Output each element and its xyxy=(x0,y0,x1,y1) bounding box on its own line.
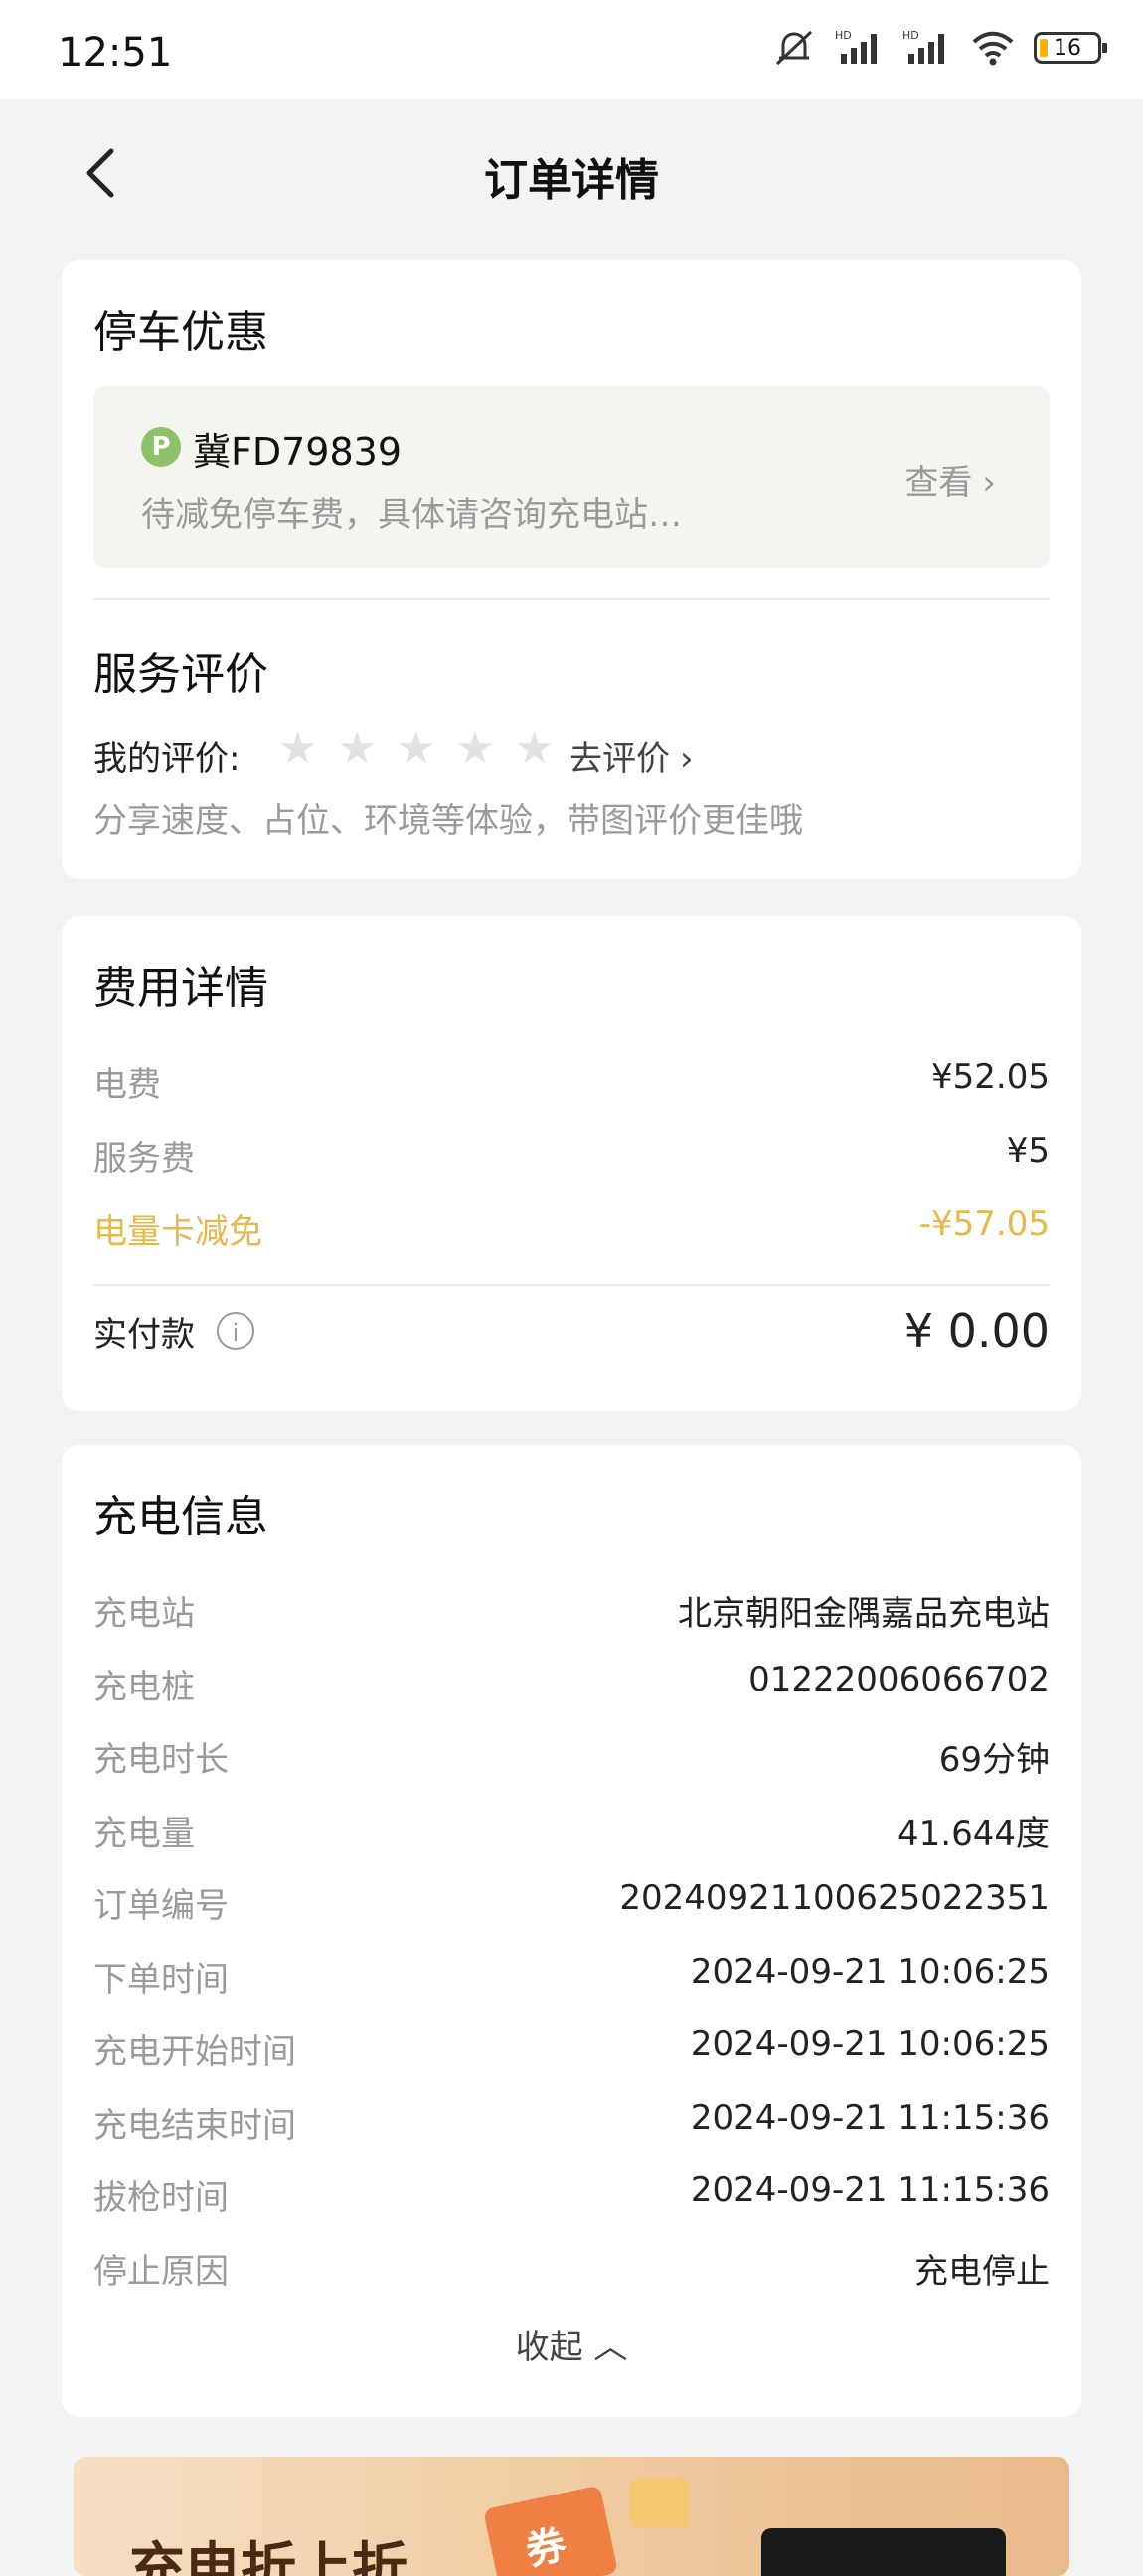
info-row-end-time: 充电结束时间 2024-09-21 11:15:36 xyxy=(93,2098,1050,2147)
go-rate-button[interactable]: 去评价 › xyxy=(569,731,694,780)
star-icon[interactable]: ★ xyxy=(278,727,317,771)
status-time: 12:51 xyxy=(58,30,173,76)
info-row-unplug-time: 拔枪时间 2024-09-21 11:15:36 xyxy=(93,2171,1050,2219)
info-label: 充电量 xyxy=(93,1814,195,1853)
info-label: 充电开始时间 xyxy=(93,2032,296,2072)
info-value: 20240921100625022351 xyxy=(619,1878,1050,1918)
fee-value: ¥5 xyxy=(1006,1131,1050,1171)
charging-info-card: 充电信息 充电站 北京朝阳金隅嘉品充电站 充电桩 01222006066702 充电… xyxy=(62,1445,1081,2417)
parking-discount-box[interactable]: P 冀FD79839 待减免停车费，具体请咨询充电站… 查看 › xyxy=(93,386,1050,568)
star-icon[interactable]: ★ xyxy=(397,727,435,771)
info-icon[interactable]: i xyxy=(217,1312,254,1350)
info-value: 2024-09-21 10:06:25 xyxy=(690,2024,1050,2064)
coupon-icon: 券 xyxy=(482,2485,619,2576)
info-label: 充电站 xyxy=(93,1594,195,1634)
fee-value: -¥57.05 xyxy=(918,1205,1050,1244)
info-value: 北京朝阳金隅嘉品充电站 xyxy=(678,1594,1050,1634)
signal-hd-1-icon: HD xyxy=(835,29,877,64)
collapse-button[interactable]: 收起 ︿ xyxy=(62,2320,1081,2368)
wifi-icon xyxy=(972,31,1014,66)
paid-label: 实付款 xyxy=(93,1314,195,1355)
fee-label: 电量卡减免 xyxy=(93,1212,262,1252)
rating-hint: 分享速度、占位、环境等体验，带图评价更佳哦 xyxy=(93,801,803,841)
star-icon[interactable]: ★ xyxy=(515,727,554,771)
info-row-start-time: 充电开始时间 2024-09-21 10:06:25 xyxy=(93,2024,1050,2073)
chevron-right-icon: › xyxy=(982,463,996,503)
promo-banner[interactable]: 充电折上折 券 xyxy=(74,2457,1069,2576)
fee-value: ¥52.05 xyxy=(931,1057,1050,1097)
page-title: 订单详情 xyxy=(484,155,659,206)
info-value: 2024-09-21 11:15:36 xyxy=(690,2171,1050,2210)
rating-stars[interactable]: ★ ★ ★ ★ ★ xyxy=(278,727,554,771)
fee-label: 服务费 xyxy=(93,1139,195,1179)
collapse-label: 收起 xyxy=(515,2328,583,2367)
fee-row-electricity: 电费 ¥52.05 xyxy=(93,1057,1050,1106)
paid-row: 实付款 i ¥ 0.00 xyxy=(93,1304,1050,1358)
info-row-order-time: 下单时间 2024-09-21 10:06:25 xyxy=(93,1952,1050,2001)
fee-row-service: 服务费 ¥5 xyxy=(93,1131,1050,1180)
info-label: 充电时长 xyxy=(93,1740,229,1780)
review-section-title: 服务评价 xyxy=(93,649,268,700)
banner-action-button[interactable] xyxy=(761,2528,1006,2576)
view-parking-button[interactable]: 查看 › xyxy=(904,455,996,504)
charging-section-title: 充电信息 xyxy=(93,1492,268,1542)
fee-section-title: 费用详情 xyxy=(93,963,268,1014)
status-bar: 12:51 HD HD 16 xyxy=(0,0,1143,99)
battery-icon: 16 xyxy=(1034,32,1107,64)
status-icons: HD HD 16 xyxy=(771,28,1107,68)
nav-bar: 订单详情 xyxy=(0,99,1143,248)
battery-level: 16 xyxy=(1054,35,1081,61)
svg-text:HD: HD xyxy=(902,29,919,42)
coupon-label: 券 xyxy=(522,2521,571,2575)
go-rate-label: 去评价 xyxy=(569,739,670,779)
parking-p-icon: P xyxy=(141,427,181,467)
divider xyxy=(93,1284,1050,1286)
info-value: 充电停止 xyxy=(914,2252,1050,2292)
banner-text: 充电折上折 xyxy=(129,2537,408,2576)
parking-review-card: 停车优惠 P 冀FD79839 待减免停车费，具体请咨询充电站… 查看 › 服务评… xyxy=(62,260,1081,879)
star-icon[interactable]: ★ xyxy=(337,727,376,771)
info-row-order-no: 订单编号 20240921100625022351 xyxy=(93,1878,1050,1927)
info-value: 01222006066702 xyxy=(748,1660,1050,1699)
star-icon[interactable]: ★ xyxy=(455,727,494,771)
mute-bell-icon xyxy=(775,30,813,66)
license-plate: 冀FD79839 xyxy=(193,430,403,474)
view-label: 查看 xyxy=(904,463,973,503)
info-label: 下单时间 xyxy=(93,1960,229,2000)
parking-desc: 待减免停车费，具体请咨询充电站… xyxy=(141,495,682,535)
info-value: 69分钟 xyxy=(938,1740,1050,1780)
fee-row-card-discount: 电量卡减免 -¥57.05 xyxy=(93,1205,1050,1253)
info-row-stop-reason: 停止原因 充电停止 xyxy=(93,2244,1050,2293)
info-label: 订单编号 xyxy=(93,1886,229,1926)
info-label: 拔枪时间 xyxy=(93,2178,229,2218)
signal-hd-2-icon: HD xyxy=(902,29,944,64)
info-row-energy: 充电量 41.644度 xyxy=(93,1806,1050,1854)
fee-label: 电费 xyxy=(93,1065,161,1105)
info-value: 2024-09-21 11:15:36 xyxy=(690,2098,1050,2138)
info-label: 充电桩 xyxy=(93,1668,195,1707)
my-rating-label: 我的评价: xyxy=(93,739,241,779)
info-row-duration: 充电时长 69分钟 xyxy=(93,1732,1050,1781)
info-label: 充电结束时间 xyxy=(93,2106,296,2146)
info-row-pile: 充电桩 01222006066702 xyxy=(93,1660,1050,1708)
chevron-right-icon: › xyxy=(680,739,694,779)
info-value: 2024-09-21 10:06:25 xyxy=(690,1952,1050,1992)
info-row-station: 充电站 北京朝阳金隅嘉品充电站 xyxy=(93,1586,1050,1635)
svg-text:HD: HD xyxy=(835,29,852,42)
crown-icon xyxy=(630,2479,690,2528)
info-label: 停止原因 xyxy=(93,2252,229,2292)
parking-section-title: 停车优惠 xyxy=(93,307,268,358)
chevron-up-icon: ︿ xyxy=(593,2328,628,2367)
fee-details-card: 费用详情 电费 ¥52.05 服务费 ¥5 电量卡减免 -¥57.05 实付款 … xyxy=(62,916,1081,1411)
info-value: 41.644度 xyxy=(898,1814,1050,1853)
paid-value: ¥ 0.00 xyxy=(903,1304,1050,1358)
divider xyxy=(93,598,1050,600)
